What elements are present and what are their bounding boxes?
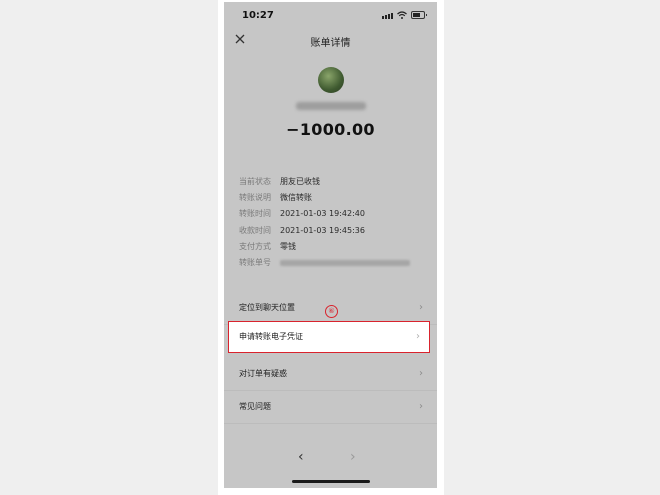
detail-value: 朋友已收钱: [280, 177, 320, 186]
phone-screen: 10:27 账单详情 −1000.00 当前状态 朋友已收钱 转账说明 微信转账…: [224, 2, 437, 488]
battery-icon: [411, 11, 427, 19]
menu-item-label: 定位到聊天位置: [239, 303, 295, 312]
status-icons: [382, 11, 427, 19]
highlighted-menu-item-apply-voucher[interactable]: 申请转账电子凭证 ›: [228, 321, 430, 353]
detail-row-receive-time: 收款时间 2021-01-03 19:45:36: [239, 223, 429, 239]
detail-row-note: 转账说明 微信转账: [239, 190, 429, 206]
chevron-right-icon: ›: [416, 331, 420, 342]
chevron-right-icon: ›: [419, 368, 423, 379]
page-title: 账单详情: [310, 38, 351, 49]
amount: −1000.00: [286, 120, 375, 139]
signal-icon: [382, 13, 393, 19]
browser-bottom-bar: ‹ ›: [224, 447, 437, 475]
menu-item-faq[interactable]: 常见问题 ›: [224, 391, 437, 424]
chevron-right-icon: ›: [419, 401, 423, 412]
wifi-icon: [397, 11, 407, 19]
home-indicator: [292, 480, 370, 483]
avatar: [318, 67, 344, 93]
transfer-details: 当前状态 朋友已收钱 转账说明 微信转账 转账时间 2021-01-03 19:…: [239, 174, 429, 271]
detail-label: 收款时间: [239, 225, 271, 235]
payee-name-blurred: [296, 102, 366, 110]
detail-value: 微信转账: [280, 193, 312, 203]
detail-value: 零钱: [280, 241, 296, 251]
menu-item-label: 常见问题: [239, 402, 271, 411]
detail-value: 2021-01-03 19:45:36: [280, 225, 365, 235]
detail-label: 转账说明: [239, 193, 271, 203]
detail-label: 当前状态: [239, 177, 271, 186]
back-arrow-icon[interactable]: ‹: [298, 449, 304, 465]
detail-row-status: 当前状态 朋友已收钱: [239, 174, 429, 190]
step-number-badge: ⑥: [325, 305, 338, 318]
detail-label: 转账单号: [239, 257, 271, 267]
detail-row-payment-method: 支付方式 零钱: [239, 239, 429, 255]
menu-item-order-question[interactable]: 对订单有疑惑 ›: [224, 358, 437, 391]
menu-item-label: 申请转账电子凭证: [239, 332, 303, 341]
status-bar: 10:27: [224, 2, 437, 26]
status-time: 10:27: [242, 10, 274, 21]
detail-row-transfer-time: 转账时间 2021-01-03 19:42:40: [239, 206, 429, 222]
nav-bar: 账单详情: [224, 30, 437, 52]
detail-label: 转账时间: [239, 209, 271, 219]
forward-arrow-icon[interactable]: ›: [350, 449, 356, 465]
menu-item-label: 对订单有疑惑: [239, 369, 287, 378]
transfer-id-blurred: [280, 259, 410, 266]
detail-value: 2021-01-03 19:42:40: [280, 209, 365, 219]
detail-row-transfer-id: 转账单号: [239, 255, 429, 271]
chevron-right-icon: ›: [419, 302, 423, 313]
detail-label: 支付方式: [239, 241, 271, 251]
